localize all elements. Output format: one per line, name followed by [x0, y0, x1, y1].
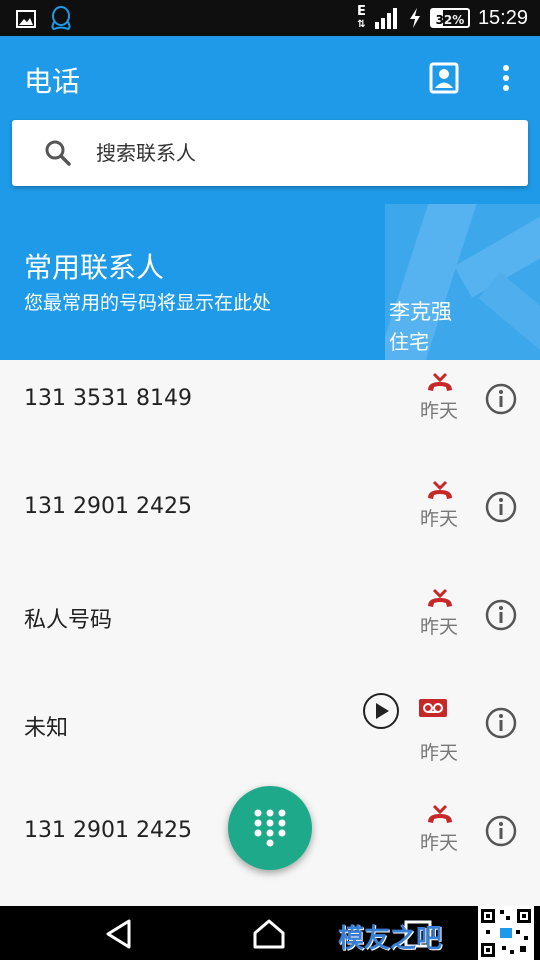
search-input[interactable] — [96, 120, 496, 186]
favorite-contact-name: 李克强 — [389, 300, 452, 324]
more-vert-icon — [503, 65, 509, 91]
image-notification-icon — [16, 10, 36, 28]
missed-call-icon — [428, 804, 452, 823]
app-title: 电话 — [24, 65, 81, 98]
call-date: 昨天 — [420, 832, 459, 854]
qr-code-image — [478, 906, 534, 960]
caller-name: 未知 — [24, 716, 69, 741]
call-details-info-icon[interactable] — [484, 490, 518, 524]
favorites-subtitle: 您最常用的号码将显示在此处 — [24, 292, 272, 314]
home-icon[interactable] — [252, 918, 286, 950]
navigation-bar: 模友之吧 — [0, 906, 540, 960]
back-icon[interactable] — [104, 918, 134, 950]
favorite-contact-type: 住宅 — [389, 330, 429, 354]
call-log-row[interactable]: 私人号码 昨天 — [0, 576, 540, 684]
status-bar: E ⇅ 32% 15:29 — [0, 0, 540, 36]
call-details-info-icon[interactable] — [484, 382, 518, 416]
favorites-title: 常用联系人 — [24, 251, 165, 284]
missed-call-icon — [428, 588, 452, 607]
search-icon — [45, 140, 71, 166]
call-log-row[interactable]: 131 2901 2425 昨天 — [0, 468, 540, 576]
more-options-button[interactable] — [494, 60, 518, 96]
call-log-row[interactable]: 未知 昨天 — [0, 684, 540, 792]
app-bar: 电话 常用联系人 您最常用的号码将显示在此处 李克强 住宅 — [0, 36, 540, 360]
dialpad-icon — [254, 809, 286, 847]
call-date: 昨天 — [420, 742, 459, 764]
contacts-button[interactable] — [428, 60, 460, 96]
call-details-info-icon[interactable] — [484, 598, 518, 632]
call-date: 昨天 — [420, 616, 459, 638]
favorite-contact-card[interactable]: 李克强 住宅 — [385, 204, 540, 360]
battery-percent: 32% — [435, 13, 465, 27]
dialpad-button[interactable] — [228, 786, 312, 870]
signal-icon — [374, 8, 397, 29]
network-activity-icon: E ⇅ — [357, 3, 366, 30]
call-log-row[interactable]: 131 3531 8149 昨天 — [0, 360, 540, 468]
call-date: 昨天 — [420, 508, 459, 530]
search-box[interactable] — [12, 120, 528, 186]
caller-name: 131 2901 2425 — [24, 494, 192, 519]
charging-icon — [409, 8, 420, 28]
voicemail-icon — [419, 699, 447, 717]
clock: 15:29 — [477, 6, 528, 29]
call-details-info-icon[interactable] — [484, 706, 518, 740]
caller-name: 131 2901 2425 — [24, 818, 192, 843]
qq-notification-icon — [51, 6, 71, 31]
contacts-icon — [429, 62, 459, 94]
missed-call-icon — [428, 480, 452, 499]
caller-name: 私人号码 — [24, 608, 113, 633]
caller-name: 131 3531 8149 — [24, 386, 192, 411]
missed-call-icon — [428, 372, 452, 391]
play-voicemail-icon[interactable] — [362, 692, 400, 730]
watermark-logo: 模友之吧 — [336, 910, 456, 956]
call-details-info-icon[interactable] — [484, 814, 518, 848]
battery-icon: 32% — [429, 8, 470, 28]
watermark-text: 模友之吧 — [338, 924, 443, 954]
call-date: 昨天 — [420, 400, 459, 422]
